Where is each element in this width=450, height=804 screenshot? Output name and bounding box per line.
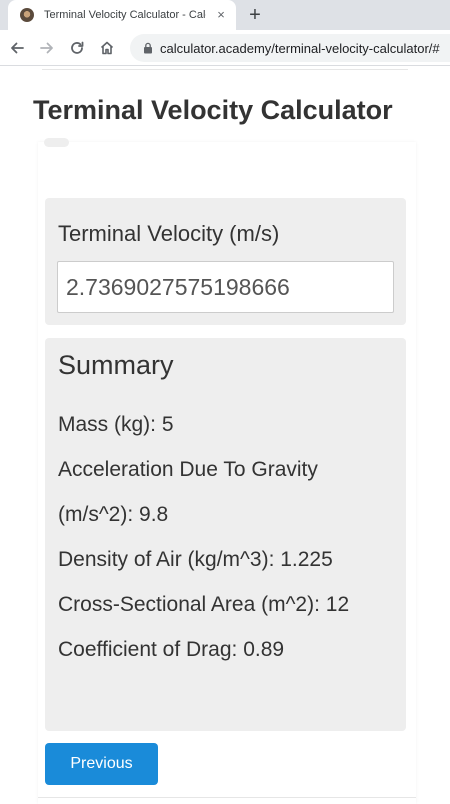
close-icon[interactable]: × — [212, 6, 230, 24]
card-tab-marker — [44, 138, 69, 147]
browser-toolbar: calculator.academy/terminal-velocity-cal… — [0, 30, 450, 66]
new-tab-plus-icon[interactable]: + — [244, 4, 266, 26]
url-text: calculator.academy/terminal-velocity-cal… — [160, 41, 440, 56]
address-bar[interactable]: calculator.academy/terminal-velocity-cal… — [130, 34, 450, 62]
lock-icon — [144, 42, 152, 54]
previous-button[interactable]: Previous — [45, 743, 158, 785]
result-label: Terminal Velocity (m/s) — [58, 221, 280, 246]
summary-item-gravity: Acceleration Due To Gravity (m/s^2): 9.8 — [58, 458, 318, 526]
tab-title: Terminal Velocity Calculator - Calculato… — [44, 9, 206, 21]
terminal-velocity-output[interactable] — [57, 261, 394, 313]
summary-item-area: Cross-Sectional Area (m^2): 12 — [58, 593, 350, 616]
browser-window: Terminal Velocity Calculator - Calculato… — [0, 0, 450, 804]
summary-title: Summary — [58, 350, 174, 380]
arrow-right-icon[interactable] — [36, 37, 58, 59]
page-content: Terminal Velocity Calculator Terminal Ve… — [0, 67, 450, 804]
tab-terminal-velocity[interactable]: Terminal Velocity Calculator - Calculato… — [8, 0, 236, 30]
reload-icon[interactable] — [66, 37, 88, 59]
summary-item-drag: Coefficient of Drag: 0.89 — [58, 638, 285, 661]
home-icon[interactable] — [96, 37, 118, 59]
summary-item-mass: Mass (kg): 5 — [58, 413, 174, 436]
result-panel: Terminal Velocity (m/s) — [45, 198, 406, 325]
top-divider — [42, 69, 408, 70]
page-title: Terminal Velocity Calculator — [33, 95, 393, 125]
summary-panel: Summary Mass (kg): 5 Acceleration Due To… — [45, 338, 406, 731]
bottom-divider — [38, 797, 416, 798]
summary-item-air-density: Density of Air (kg/m^3): 1.225 — [58, 548, 333, 571]
arrow-left-icon[interactable] — [6, 37, 28, 59]
summary-list: Mass (kg): 5 Acceleration Due To Gravity… — [58, 402, 398, 672]
tab-strip: Terminal Velocity Calculator - Calculato… — [0, 0, 450, 30]
site-favicon-icon — [20, 8, 34, 22]
